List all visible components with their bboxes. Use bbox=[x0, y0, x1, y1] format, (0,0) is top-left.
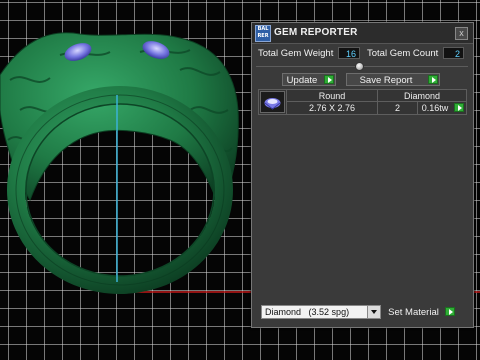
gem-list-table: Round Diamond 2.76 X 2.76 2 0.16tw bbox=[258, 89, 467, 115]
gem-material: Diamond bbox=[403, 91, 441, 101]
total-gem-weight-value: 16 bbox=[338, 47, 360, 59]
material-select[interactable]: Diamond (3.52 spg) bbox=[261, 305, 381, 319]
green-arrow-icon bbox=[445, 307, 455, 316]
set-material-button[interactable]: Set Material bbox=[385, 306, 456, 319]
material-select-value: Diamond (3.52 spg) bbox=[265, 307, 350, 317]
total-gem-count-value: 2 bbox=[443, 47, 464, 59]
save-report-button[interactable]: Save Report bbox=[346, 73, 440, 86]
total-gem-count-label: Total Gem Count bbox=[367, 48, 439, 59]
gem-weight: 0.16tw bbox=[421, 103, 449, 113]
close-button[interactable]: x bbox=[455, 27, 468, 40]
gem-shape: Round bbox=[318, 91, 346, 101]
collapse-slider-knob[interactable] bbox=[355, 62, 364, 71]
gem-reporter-panel: BAL RER GEM REPORTER x Total Gem Weight 1… bbox=[251, 22, 474, 328]
gem-reporter-logo-icon: BAL RER bbox=[255, 25, 271, 42]
gem-thumbnail[interactable] bbox=[260, 91, 285, 113]
round-gem-icon bbox=[264, 98, 281, 110]
close-icon: x bbox=[459, 28, 464, 38]
panel-titlebar[interactable]: BAL RER GEM REPORTER x bbox=[252, 23, 473, 44]
green-arrow-icon bbox=[428, 75, 438, 84]
save-report-button-label: Save Report bbox=[359, 75, 413, 86]
total-gem-weight-label: Total Gem Weight bbox=[258, 48, 334, 59]
panel-title: GEM REPORTER bbox=[274, 27, 358, 38]
update-button-label: Update bbox=[286, 75, 318, 86]
set-material-button-label: Set Material bbox=[388, 307, 439, 318]
gem-count: 2 bbox=[394, 103, 400, 113]
chevron-down-icon[interactable] bbox=[367, 306, 380, 318]
green-arrow-icon bbox=[324, 75, 334, 84]
gem-row-go-button[interactable] bbox=[454, 103, 464, 112]
gem-size: 2.76 X 2.76 bbox=[308, 103, 356, 113]
update-button[interactable]: Update bbox=[282, 73, 336, 86]
